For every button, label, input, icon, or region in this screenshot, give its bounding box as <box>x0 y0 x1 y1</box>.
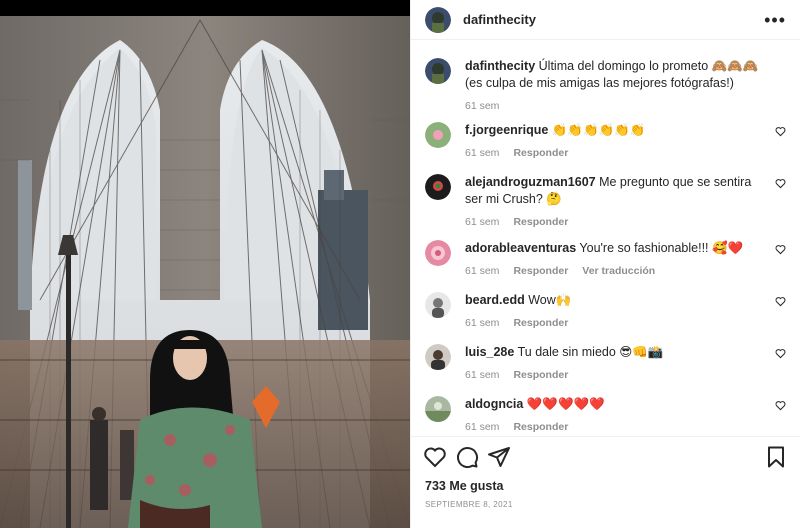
post-date: SEPTIEMBRE 8, 2021 <box>425 500 513 509</box>
comment-time: 61 sem <box>465 216 500 228</box>
comment-item: alejandroguzman1607 Me pregunto que se s… <box>425 174 790 228</box>
heart-icon[interactable] <box>775 126 786 137</box>
more-options-icon[interactable]: ••• <box>764 11 786 29</box>
comment-item: luis_28e Tu dale sin miedo 😎👊📸 61 sem Res… <box>425 344 790 381</box>
commenter-avatar[interactable] <box>425 174 451 200</box>
post-header: dafinthecity ••• <box>411 0 800 40</box>
reply-button[interactable]: Responder <box>513 147 568 159</box>
reply-button[interactable]: Responder <box>513 421 568 433</box>
commenter-username[interactable]: aldogncia <box>465 397 523 411</box>
reply-button[interactable]: Responder <box>513 317 568 329</box>
comment-time: 61 sem <box>465 265 500 277</box>
comment-text: 👏👏👏👏👏👏 <box>551 123 646 137</box>
comment-text: Tu dale sin miedo 😎👊📸 <box>517 345 664 359</box>
post-actions: 733 Me gusta SEPTIEMBRE 8, 2021 <box>411 436 800 528</box>
commenter-username[interactable]: f.jorgeenrique <box>465 123 548 137</box>
comment-time: 61 sem <box>465 421 500 433</box>
commenter-username[interactable]: alejandroguzman1607 <box>465 175 596 189</box>
reply-button[interactable]: Responder <box>513 369 568 381</box>
commenter-username[interactable]: adorableaventuras <box>465 241 576 255</box>
comment-item: f.jorgeenrique 👏👏👏👏👏👏 61 sem Responder <box>425 122 790 159</box>
comment-item: aldogncia ❤️❤️❤️❤️❤️ 61 sem Responder <box>425 396 790 433</box>
comment-item: adorableaventuras You're so fashionable!… <box>425 240 790 277</box>
comment-text: You're so fashionable!!! 🥰❤️ <box>579 241 744 255</box>
brooklyn-bridge-photo <box>0 0 410 528</box>
commenter-avatar[interactable] <box>425 344 451 370</box>
comment-text: ❤️❤️❤️❤️❤️ <box>526 397 605 411</box>
comment-time: 61 sem <box>465 147 500 159</box>
author-username[interactable]: dafinthecity <box>463 12 764 27</box>
commenter-avatar[interactable] <box>425 292 451 318</box>
comment-time: 61 sem <box>465 369 500 381</box>
heart-icon[interactable] <box>775 178 786 189</box>
see-translation-button[interactable]: Ver traducción <box>582 265 655 277</box>
comment-text: Wow🙌 <box>528 293 572 307</box>
heart-icon[interactable] <box>423 445 447 469</box>
post-photo[interactable] <box>0 0 410 528</box>
comment-time: 61 sem <box>465 317 500 329</box>
likes-count[interactable]: 733 Me gusta <box>425 479 504 493</box>
comment-item: beard.edd Wow🙌 61 sem Responder <box>425 292 790 329</box>
heart-icon[interactable] <box>775 400 786 411</box>
commenter-username[interactable]: luis_28e <box>465 345 514 359</box>
reply-button[interactable]: Responder <box>513 265 568 277</box>
caption-username[interactable]: dafinthecity <box>465 59 535 73</box>
heart-icon[interactable] <box>775 244 786 255</box>
commenter-username[interactable]: beard.edd <box>465 293 525 307</box>
heart-icon[interactable] <box>775 348 786 359</box>
post-panel: dafinthecity ••• dafinthecity Última del… <box>410 0 800 528</box>
heart-icon[interactable] <box>775 296 786 307</box>
commenter-avatar[interactable] <box>425 396 451 422</box>
share-icon[interactable] <box>487 445 511 469</box>
author-avatar-caption[interactable] <box>425 58 451 84</box>
commenter-avatar[interactable] <box>425 240 451 266</box>
author-avatar[interactable] <box>425 6 451 33</box>
reply-button[interactable]: Responder <box>513 216 568 228</box>
caption-time: 61 sem <box>465 100 500 112</box>
caption: dafinthecity Última del domingo lo prome… <box>425 58 790 112</box>
commenter-avatar[interactable] <box>425 122 451 148</box>
action-icons <box>423 445 788 469</box>
bookmark-icon[interactable] <box>764 445 788 469</box>
comment-icon[interactable] <box>455 445 479 469</box>
